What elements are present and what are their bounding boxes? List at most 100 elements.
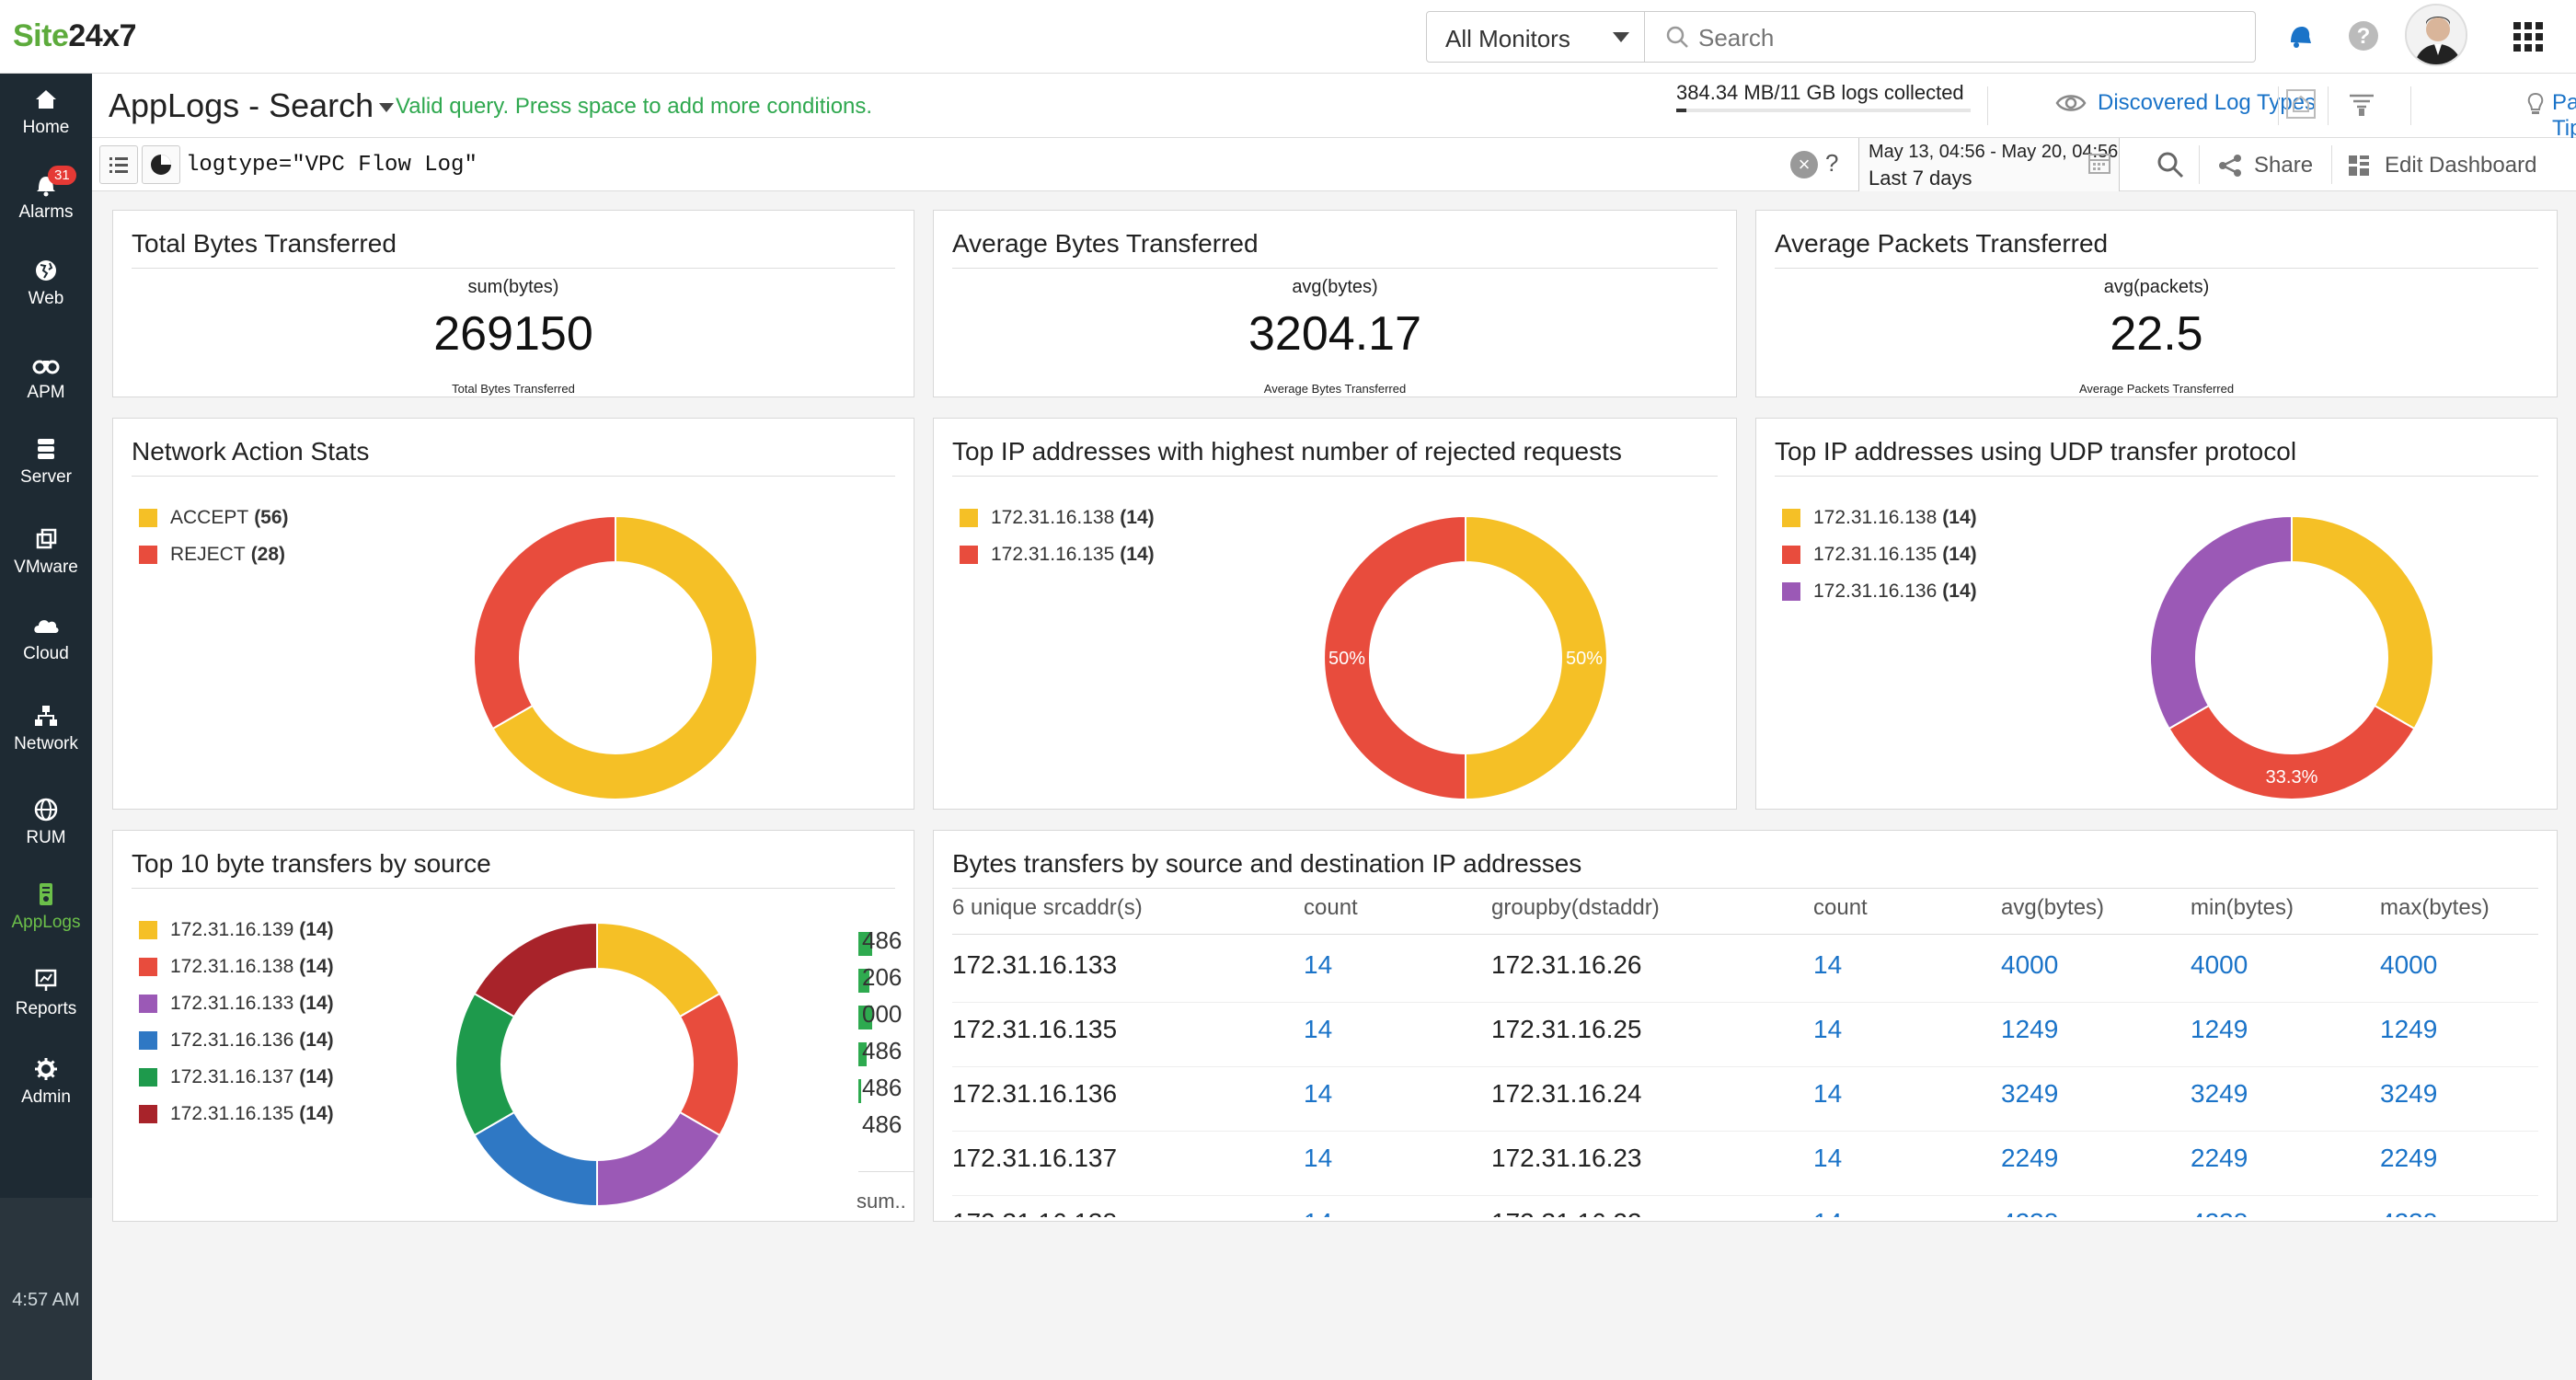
table-cell-link[interactable]: 2249 [2380,1144,2437,1173]
help-icon[interactable]: ? [2348,20,2379,52]
table-header-cell[interactable]: max(bytes) [2380,895,2490,921]
table-cell-link[interactable]: 14 [1304,1144,1332,1173]
legend-item[interactable]: 172.31.16.138 (14) [960,500,1155,536]
monitor-select[interactable]: All Monitors [1426,11,1645,63]
table-cell-link[interactable]: 1249 [2001,1015,2058,1044]
table-cell: 172.31.16.138 [952,1208,1117,1217]
legend-item[interactable]: 172.31.16.138 (14) [1782,500,1977,536]
table-cell-link[interactable]: 4238 [2001,1208,2058,1217]
search-input[interactable] [1698,21,2232,54]
donut-slice[interactable] [678,992,740,1137]
table-cell-link[interactable]: 14 [1304,1208,1332,1217]
legend-item[interactable]: 172.31.16.135 (14) [139,1096,334,1133]
sidebar-item-cloud[interactable]: Cloud [0,613,92,664]
site24x7-logo[interactable]: Site24x7 [13,18,136,54]
table-cell-link[interactable]: 3249 [2001,1079,2058,1109]
discovered-log-types-link[interactable]: Discovered Log Types [2055,90,2316,116]
date-range-picker[interactable]: May 13, 04:56 - May 20, 04:56 Last 7 day… [1858,138,2120,191]
sidebar-item-alarms[interactable]: 31 Alarms [0,166,92,223]
legend-count: (14) [299,1029,334,1051]
home-dashboard-icon[interactable] [2285,88,2317,120]
chart-view-button[interactable] [142,145,180,184]
table-cell-link[interactable]: 14 [1813,1144,1842,1173]
global-search[interactable] [1645,11,2256,63]
share-button[interactable]: Share [2219,153,2313,178]
sidebar-item-web[interactable]: Web [0,258,92,309]
network-icon [35,706,57,726]
table-header-cell[interactable]: avg(bytes) [2001,895,2104,921]
table-cell-link[interactable]: 14 [1813,1015,1842,1044]
table-cell-link[interactable]: 1249 [2191,1015,2248,1044]
legend-item[interactable]: 172.31.16.139 (14) [139,912,334,949]
kpi-footnote: Total Bytes Transferred [452,382,575,396]
table-cell-link[interactable]: 2249 [2001,1144,2058,1173]
user-avatar[interactable] [2405,4,2467,66]
sidebar-item-vmware[interactable]: VMware [0,526,92,578]
donut-slice[interactable] [596,921,721,1018]
rum-globe-icon [34,798,58,822]
sidebar-item-home[interactable]: Home [0,86,92,138]
sidebar-item-apm[interactable]: APM [0,351,92,403]
legend-item[interactable]: 172.31.16.133 (14) [139,985,334,1022]
table-cell-link[interactable]: 2249 [2191,1144,2248,1173]
filter-settings-icon[interactable] [2346,88,2377,120]
sidebar-item-network[interactable]: Network [0,703,92,754]
table-cell-link[interactable]: 14 [1813,1208,1842,1217]
table-cell-link[interactable]: 14 [1813,950,1842,980]
table-header-cell[interactable]: count [1813,895,1868,921]
applogs-icon [40,883,52,905]
query-input[interactable] [186,147,1879,182]
legend-item[interactable]: 172.31.16.135 (14) [960,536,1155,573]
legend-item[interactable]: 172.31.16.138 (14) [139,949,334,985]
sidebar-item-reports[interactable]: Reports [0,968,92,1019]
table-cell-link[interactable]: 4238 [2380,1208,2437,1217]
table-cell-link[interactable]: 4000 [2191,950,2248,980]
table-cell-link[interactable]: 14 [1304,1015,1332,1044]
sidebar-item-applogs[interactable]: AppLogs [0,881,92,933]
page-tips-link[interactable]: Page Tips [2527,90,2576,142]
table-header-cell[interactable]: count [1304,895,1358,921]
divider [2199,145,2200,184]
table-header-cell[interactable]: min(bytes) [2191,895,2294,921]
donut-slice[interactable] [454,992,516,1137]
sidebar-item-admin[interactable]: Admin [0,1056,92,1108]
table-cell-link[interactable]: 3249 [2380,1079,2437,1109]
notification-bell-icon[interactable] [2283,20,2315,52]
donut-slice[interactable] [473,514,616,730]
legend-item[interactable]: 172.31.16.137 (14) [139,1059,334,1096]
page-title[interactable]: AppLogs - Search [109,86,395,125]
donut-slice[interactable] [2291,514,2434,730]
table-header-cell[interactable]: groupby(dstaddr) [1491,895,1660,921]
cloud-icon [34,620,59,633]
chart-legend: 172.31.16.138 (14) 172.31.16.135 (14) 172.31… [1782,500,1977,610]
table-cell-link[interactable]: 14 [1304,950,1332,980]
table-cell-link[interactable]: 4000 [2380,950,2437,980]
legend-item[interactable]: 172.31.16.135 (14) [1782,536,1977,573]
run-search-icon[interactable] [2156,151,2184,178]
donut-slice[interactable] [596,1110,721,1208]
legend-item[interactable]: REJECT (28) [139,536,289,573]
clear-query-icon[interactable]: × [1790,151,1818,178]
legend-item[interactable]: 172.31.16.136 (14) [1782,573,1977,610]
table-cell-link[interactable]: 3249 [2191,1079,2248,1109]
table-cell-link[interactable]: 4000 [2001,950,2058,980]
list-view-button[interactable] [99,145,138,184]
widget-title: Bytes transfers by source and destinatio… [952,849,1582,878]
table-cell-link[interactable]: 1249 [2380,1015,2437,1044]
table-cell-link[interactable]: 14 [1304,1079,1332,1109]
sum-value-text: 000 [862,1000,903,1028]
donut-slice[interactable] [473,921,598,1018]
table-cell-link[interactable]: 4238 [2191,1208,2248,1217]
edit-dashboard-button[interactable]: Edit Dashboard [2349,153,2536,178]
query-help-icon[interactable]: ? [1825,149,1838,178]
donut-slice[interactable] [2149,514,2293,730]
app-grid-icon[interactable] [2513,22,2543,52]
sidebar-item-server[interactable]: Server [0,436,92,488]
table-cell-link[interactable]: 14 [1813,1079,1842,1109]
table-header-cell[interactable]: 6 unique srcaddr(s) [952,895,1143,921]
legend-item[interactable]: 172.31.16.136 (14) [139,1022,334,1059]
sidebar-item-rum[interactable]: RUM [0,797,92,848]
chevron-down-icon [1613,32,1629,42]
donut-slice[interactable] [473,1110,598,1208]
legend-item[interactable]: ACCEPT (56) [139,500,289,536]
